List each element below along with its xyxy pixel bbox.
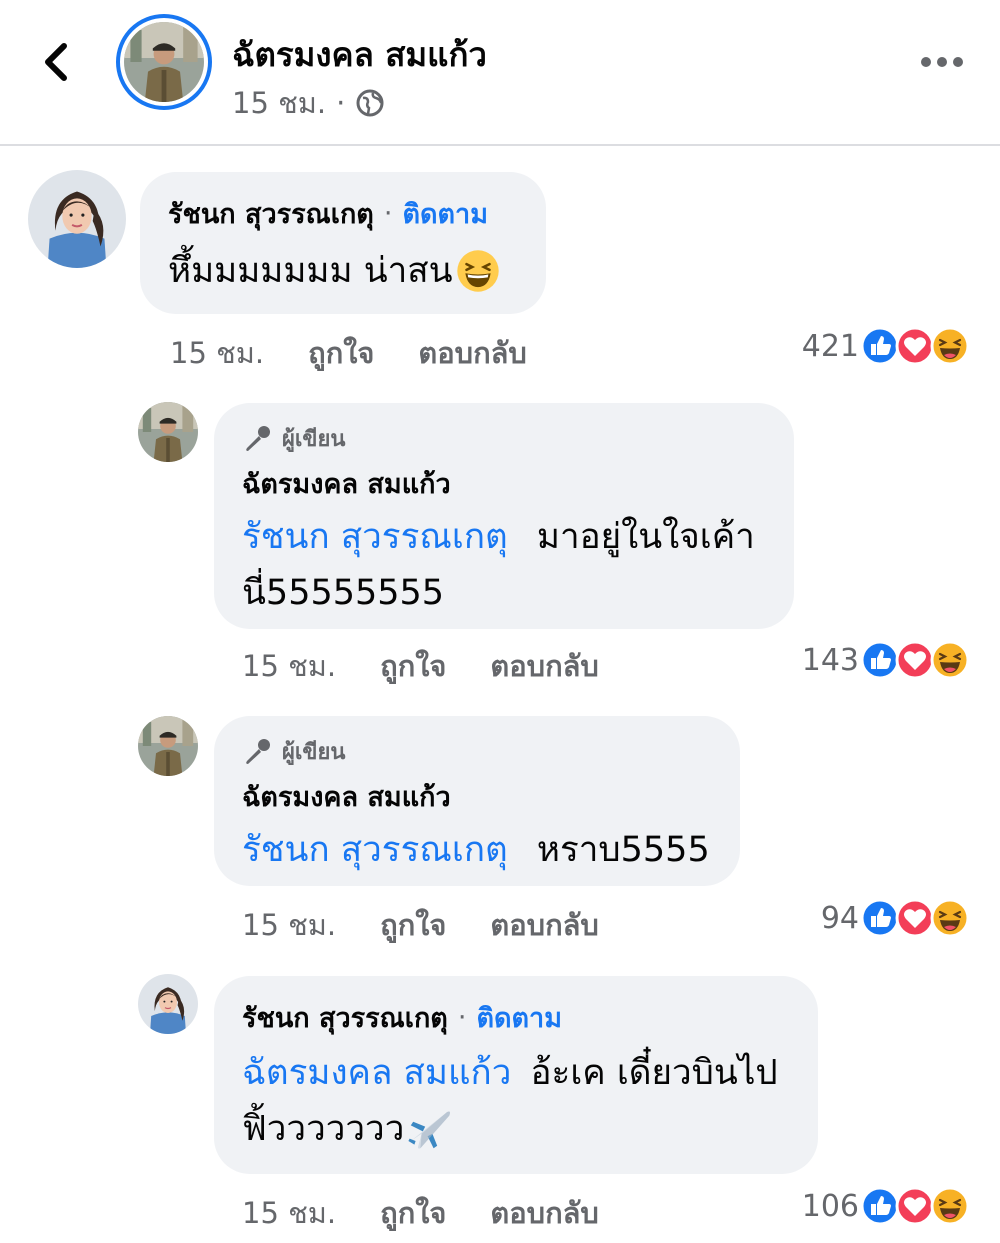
- comment-header: รัชนก สุวรรณเกตุ · ติดตาม: [242, 996, 790, 1039]
- comment-bubble: ผู้เขียน ฉัตรมงคล สมแก้ว รัชนก สุวรรณเกต…: [214, 403, 794, 629]
- like-button[interactable]: ถูกใจ: [380, 1190, 446, 1236]
- comment-actions: 15 ชม. ถูกใจ ตอบกลับ: [242, 643, 643, 689]
- comment-time[interactable]: 15 ชม.: [242, 902, 336, 948]
- more-options-button[interactable]: [920, 52, 964, 72]
- like-icon: [860, 898, 900, 938]
- comment-author[interactable]: ฉัตรมงคล สมแก้ว: [242, 775, 712, 818]
- love-icon: [895, 1186, 935, 1226]
- author-avatar-ring[interactable]: [116, 14, 212, 110]
- reaction-count: 421: [801, 328, 859, 364]
- author-badge: ผู้เขียน: [242, 421, 766, 456]
- reaction-icons: [865, 898, 970, 938]
- reaction-summary[interactable]: 106: [802, 1186, 970, 1226]
- like-button[interactable]: ถูกใจ: [380, 902, 446, 948]
- commenter-avatar[interactable]: [138, 974, 198, 1034]
- comment-bubble: ผู้เขียน ฉัตรมงคล สมแก้ว รัชนก สุวรรณเกต…: [214, 716, 740, 886]
- haha-icon: [930, 898, 970, 938]
- comment-text-part: ฟิ้ววววววว: [242, 1109, 405, 1149]
- comment-header: รัชนก สุวรรณเกตุ · ติดตาม: [168, 192, 518, 235]
- haha-icon: [930, 1186, 970, 1226]
- more-horizontal-icon: [921, 57, 963, 67]
- meta-separator: ·: [336, 86, 346, 120]
- love-icon: [895, 640, 935, 680]
- reaction-summary[interactable]: 421: [802, 326, 970, 366]
- chevron-left-icon: [45, 43, 67, 81]
- post-time[interactable]: 15 ชม.: [232, 80, 326, 126]
- love-icon: [895, 898, 935, 938]
- author-name[interactable]: ฉัตรมงคล สมแก้ว: [232, 28, 487, 81]
- reply-button[interactable]: ตอบกลับ: [418, 330, 526, 376]
- reply-button[interactable]: ตอบกลับ: [490, 902, 598, 948]
- separator: ·: [457, 1002, 467, 1033]
- mention-link[interactable]: รัชนก สุวรรณเกตุ: [242, 517, 508, 557]
- reaction-summary[interactable]: 143: [802, 640, 970, 680]
- comment-author[interactable]: รัชนก สุวรรณเกตุ: [242, 996, 448, 1039]
- comment-author[interactable]: ฉัตรมงคล สมแก้ว: [242, 462, 766, 505]
- like-button[interactable]: ถูกใจ: [380, 643, 446, 689]
- follow-button[interactable]: ติดตาม: [402, 192, 488, 235]
- comment-text: หึ้มมมมมมม น่าสน: [168, 251, 453, 291]
- comment-time[interactable]: 15 ชม.: [242, 1190, 336, 1236]
- comment-time[interactable]: 15 ชม.: [242, 643, 336, 689]
- comment-actions: 15 ชม. ถูกใจ ตอบกลับ: [242, 902, 643, 948]
- commenter-avatar[interactable]: [138, 716, 198, 776]
- laughing-emoji-icon: [455, 248, 501, 294]
- comment-time[interactable]: 15 ชม.: [170, 330, 264, 376]
- like-icon: [860, 1186, 900, 1226]
- reaction-count: 94: [820, 900, 859, 936]
- separator: ·: [383, 198, 393, 229]
- comment-text-part: มาอยู่ในใจเค้า: [536, 517, 755, 557]
- follow-button[interactable]: ติดตาม: [476, 996, 562, 1039]
- back-button[interactable]: [36, 40, 80, 84]
- post-meta: 15 ชม. ·: [232, 80, 385, 126]
- haha-icon: [930, 326, 970, 366]
- reply-button[interactable]: ตอบกลับ: [490, 1190, 598, 1236]
- reply-button[interactable]: ตอบกลับ: [490, 643, 598, 689]
- commenter-avatar[interactable]: [138, 402, 198, 462]
- comment-text-part: หราบ5555: [536, 830, 710, 870]
- comment-actions: 15 ชม. ถูกใจ ตอบกลับ: [170, 330, 571, 376]
- comment-actions: 15 ชม. ถูกใจ ตอบกลับ: [242, 1190, 643, 1236]
- haha-icon: [930, 640, 970, 680]
- post-header: ฉัตรมงคล สมแก้ว 15 ชม. ·: [0, 0, 1000, 146]
- reaction-icons: [865, 326, 970, 366]
- mention-link[interactable]: ฉัตรมงคล สมแก้ว: [242, 1053, 511, 1093]
- comment-bubble: รัชนก สุวรรณเกตุ · ติดตาม หึ้มมมมมมม น่า…: [140, 172, 546, 314]
- globe-icon: [356, 89, 384, 117]
- comment-text-line: หึ้มมมมมมม น่าสน: [168, 243, 518, 299]
- microphone-icon: [242, 424, 272, 454]
- comment-text: รัชนก สุวรรณเกตุ หราบ5555: [242, 822, 712, 878]
- comment-text-part: อ้ะเค เดี๋ยวบินไป: [530, 1053, 778, 1093]
- comment-author[interactable]: รัชนก สุวรรณเกตุ: [168, 192, 374, 235]
- author-badge: ผู้เขียน: [242, 734, 712, 769]
- like-icon: [860, 326, 900, 366]
- reaction-count: 106: [801, 1188, 859, 1224]
- comment-text-part: นี่55555555: [242, 573, 445, 613]
- like-button[interactable]: ถูกใจ: [308, 330, 374, 376]
- comment-text: รัชนก สุวรรณเกตุ มาอยู่ในใจเค้า นี่55555…: [242, 509, 766, 621]
- author-badge-label: ผู้เขียน: [282, 740, 346, 765]
- reaction-icons: [865, 640, 970, 680]
- commenter-avatar[interactable]: [28, 170, 126, 268]
- like-icon: [860, 640, 900, 680]
- airplane-emoji-icon: [406, 1105, 454, 1153]
- reaction-summary[interactable]: 94: [821, 898, 970, 938]
- comment-text: ฉัตรมงคล สมแก้ว อ้ะเค เดี๋ยวบินไป ฟิ้ววว…: [242, 1045, 790, 1157]
- mention-link[interactable]: รัชนก สุวรรณเกตุ: [242, 830, 508, 870]
- reaction-count: 143: [801, 642, 859, 678]
- author-badge-label: ผู้เขียน: [282, 427, 346, 452]
- microphone-icon: [242, 737, 272, 767]
- avatar: [124, 22, 204, 102]
- reaction-icons: [865, 1186, 970, 1226]
- comment-bubble: รัชนก สุวรรณเกตุ · ติดตาม ฉัตรมงคล สมแก้…: [214, 976, 818, 1174]
- love-icon: [895, 326, 935, 366]
- comment-text-line: ฟิ้ววววววว: [242, 1101, 454, 1157]
